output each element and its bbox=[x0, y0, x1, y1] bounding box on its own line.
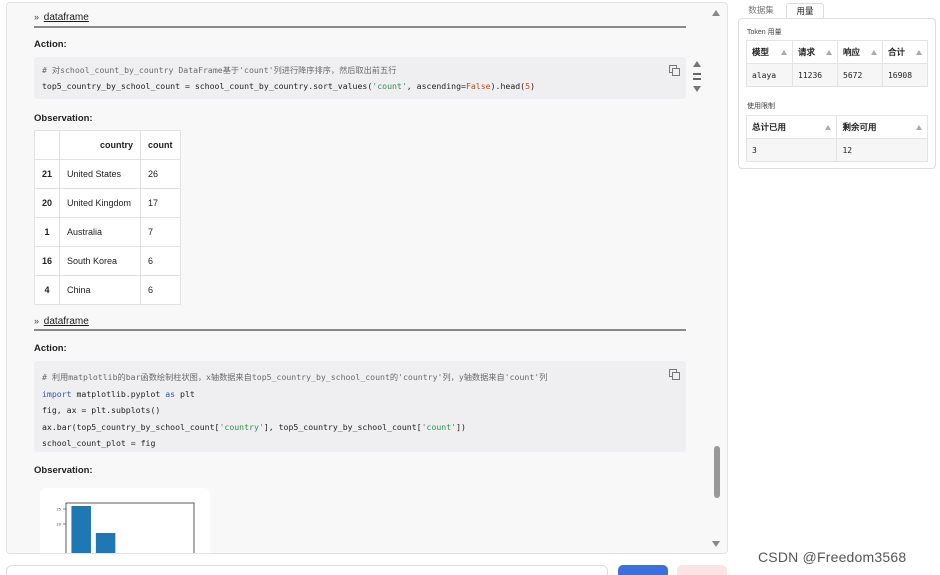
code-comment: # 利用matplotlib的bar函数绘制柱状图，x轴数据来自top5_cou… bbox=[42, 372, 548, 382]
code-line: import matplotlib.pyplot as plt bbox=[42, 388, 195, 399]
tab-dataset[interactable]: 数据集 bbox=[740, 3, 782, 19]
row-index: 21 bbox=[33, 159, 61, 189]
token-usage-title: Token 用量 bbox=[747, 29, 782, 36]
row-index: 1 bbox=[33, 217, 61, 247]
observation-label: Observation: bbox=[34, 113, 93, 124]
log-scrollbar[interactable] bbox=[705, 3, 727, 553]
remaining-header[interactable]: 剩余可用 bbox=[836, 115, 928, 139]
section-divider bbox=[34, 26, 686, 28]
token-usage-table: 模型 请求 响应 合计 alaya 11236 5672 16908 bbox=[745, 40, 929, 87]
section-divider bbox=[34, 329, 686, 331]
y-tick-label: 20 bbox=[57, 523, 61, 527]
country-cell: China bbox=[59, 275, 142, 305]
code-line: top5_country_by_school_count = school_co… bbox=[42, 81, 535, 91]
table-row: 16 South Korea 6 bbox=[33, 246, 181, 276]
country-cell: United Kingdom bbox=[59, 188, 142, 218]
dataframe-section-link-1[interactable]: » dataframe bbox=[34, 12, 89, 23]
observation-table: country count 21 United States 26 20 Uni… bbox=[33, 130, 181, 305]
total-cell: 16908 bbox=[881, 63, 929, 87]
table-row: 3 12 bbox=[745, 138, 928, 162]
sort-icon[interactable] bbox=[870, 50, 877, 55]
bar-chart: 25 20 bbox=[57, 502, 195, 553]
code-line: ax.bar(top5_country_by_school_count['cou… bbox=[42, 421, 466, 432]
watermark: CSDN @Freedom3568 bbox=[758, 549, 907, 565]
row-index: 4 bbox=[33, 275, 61, 305]
chevron-right-icon: » bbox=[34, 316, 40, 326]
table-row: 4 China 6 bbox=[33, 275, 181, 305]
usage-panel: Token 用量 模型 请求 响应 合计 alaya 11236 5672 16… bbox=[738, 18, 936, 169]
scroll-thumb[interactable] bbox=[714, 446, 720, 498]
submit-button[interactable] bbox=[618, 565, 668, 575]
usage-limit-table: 总计已用 剩余可用 3 12 bbox=[745, 115, 928, 162]
copy-icon[interactable] bbox=[669, 65, 680, 76]
y-tick-label: 25 bbox=[57, 508, 61, 512]
agent-log-panel[interactable]: » dataframe Action: # 对school_count_by_c… bbox=[6, 2, 728, 554]
model-header[interactable]: 模型 bbox=[745, 40, 794, 64]
sort-icon[interactable] bbox=[916, 50, 922, 55]
table-header-row: 总计已用 剩余可用 bbox=[745, 115, 928, 139]
chevron-right-icon: » bbox=[34, 12, 40, 22]
bar-1 bbox=[95, 533, 116, 553]
table-header-row: 模型 请求 响应 合计 bbox=[745, 40, 929, 64]
request-cell: 11236 bbox=[792, 63, 838, 87]
total-used-cell: 3 bbox=[745, 138, 838, 162]
stop-button[interactable] bbox=[677, 565, 727, 575]
count-cell: 26 bbox=[140, 159, 181, 189]
code-block-plot[interactable]: # 利用matplotlib的bar函数绘制柱状图，x轴数据来自top5_cou… bbox=[34, 361, 686, 452]
count-cell: 17 bbox=[140, 188, 181, 218]
tab-usage[interactable]: 用量 bbox=[786, 3, 824, 19]
agent-log-content: » dataframe Action: # 对school_count_by_c… bbox=[7, 3, 707, 553]
action-label: Action: bbox=[34, 343, 67, 354]
code-line: fig, ax = plt.subplots() bbox=[42, 405, 161, 415]
count-header: count bbox=[140, 130, 181, 160]
total-used-header[interactable]: 总计已用 bbox=[745, 115, 838, 139]
section-label: dataframe bbox=[43, 316, 89, 327]
code-scrollbar[interactable] bbox=[692, 57, 702, 97]
index-header bbox=[33, 130, 61, 160]
count-cell: 6 bbox=[140, 246, 181, 276]
bar-0 bbox=[71, 506, 91, 553]
scroll-grip-icon bbox=[693, 78, 701, 80]
sort-icon[interactable] bbox=[826, 50, 832, 55]
count-cell: 7 bbox=[140, 217, 181, 247]
copy-icon[interactable] bbox=[669, 369, 680, 380]
model-cell: alaya bbox=[745, 63, 794, 87]
table-row: 20 United Kingdom 17 bbox=[33, 188, 181, 218]
row-index: 16 bbox=[33, 246, 61, 276]
page: » dataframe Action: # 对school_count_by_c… bbox=[0, 0, 940, 575]
request-header[interactable]: 请求 bbox=[792, 40, 838, 64]
table-row: alaya 11236 5672 16908 bbox=[745, 63, 929, 87]
table-row: 21 United States 26 bbox=[33, 159, 181, 189]
bar-chart-image: 25 20 bbox=[40, 488, 210, 553]
sort-icon[interactable] bbox=[916, 125, 922, 130]
action-label: Action: bbox=[34, 39, 67, 50]
country-cell: United States bbox=[59, 159, 142, 189]
code-comment: # 对school_count_by_country DataFrame基于'c… bbox=[42, 65, 397, 75]
response-cell: 5672 bbox=[837, 63, 883, 87]
country-header: country bbox=[59, 130, 142, 160]
country-cell: Australia bbox=[59, 217, 142, 247]
scroll-up-icon[interactable] bbox=[693, 61, 701, 67]
observation-label: Observation: bbox=[34, 465, 93, 476]
scroll-down-icon[interactable] bbox=[712, 541, 720, 547]
sort-icon[interactable] bbox=[825, 125, 832, 130]
usage-limit-title: 使用限制 bbox=[747, 103, 775, 110]
total-header[interactable]: 合计 bbox=[881, 40, 929, 64]
country-cell: South Korea bbox=[59, 246, 142, 276]
code-line: school_count_plot = fig bbox=[42, 438, 156, 448]
section-label: dataframe bbox=[43, 12, 89, 23]
scroll-down-icon[interactable] bbox=[693, 86, 701, 92]
table-header-row: country count bbox=[33, 130, 181, 160]
dataframe-section-link-2[interactable]: » dataframe bbox=[34, 316, 89, 327]
row-index: 20 bbox=[33, 188, 61, 218]
scroll-up-icon[interactable] bbox=[712, 10, 720, 16]
chat-input[interactable] bbox=[6, 565, 608, 575]
count-cell: 6 bbox=[140, 275, 181, 305]
code-block-sort[interactable]: # 对school_count_by_country DataFrame基于'c… bbox=[34, 57, 701, 99]
sort-icon[interactable] bbox=[781, 50, 788, 55]
scroll-grip-icon bbox=[693, 73, 701, 75]
table-row: 1 Australia 7 bbox=[33, 217, 181, 247]
remaining-cell: 12 bbox=[836, 138, 928, 162]
response-header[interactable]: 响应 bbox=[837, 40, 883, 64]
